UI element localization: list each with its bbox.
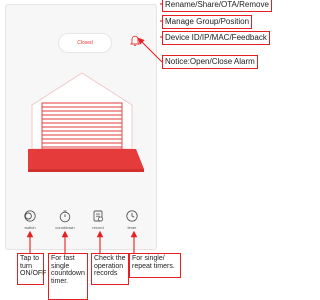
countdown-note: For fast single countdown timer. [48,253,88,300]
notice-callout: Notice:Open/Close Alarm [162,55,258,69]
record-note: Check the operation records [91,253,129,285]
device-callout: Device ID/IP/MAC/Feedback [162,31,270,45]
timer-note: For single/ repeat timers. [129,253,181,278]
manage-callout: Manage Group/Position [162,15,253,29]
rename-callout: Rename/Share/OTA/Remove [162,0,272,12]
switch-note: Tap to turn ON/OFF [17,253,46,285]
